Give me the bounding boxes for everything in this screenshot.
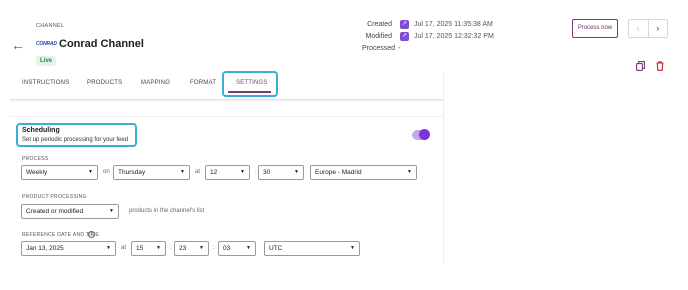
- settings-tab-highlight: [222, 71, 278, 97]
- hour-select[interactable]: 12 ▼: [205, 165, 250, 180]
- timezone-select[interactable]: Europe - Madrid ▼: [310, 165, 417, 180]
- processed-label: Processed: [362, 45, 396, 52]
- processed-value: -: [398, 45, 401, 52]
- product-processing-select[interactable]: Created or modified ▼: [21, 204, 119, 219]
- process-label: PROCESS: [22, 156, 49, 162]
- tab-format[interactable]: FORMAT: [190, 80, 216, 86]
- chevron-right-icon[interactable]: ›: [647, 20, 668, 37]
- tab-instructions[interactable]: INSTRUCTIONS: [22, 80, 69, 86]
- frequency-select[interactable]: Weekly ▼: [21, 165, 98, 180]
- help-icon[interactable]: ?: [88, 231, 95, 238]
- caret-down-icon: ▼: [156, 245, 161, 251]
- caret-down-icon: ▼: [109, 208, 114, 214]
- at-text: at: [195, 169, 201, 175]
- on-text: on: [103, 169, 110, 175]
- reference-date-value: Jan 13, 2025: [26, 245, 64, 252]
- process-now-button[interactable]: Process now: [572, 19, 618, 38]
- tab-mapping[interactable]: MAPPING: [141, 80, 170, 86]
- minute-select[interactable]: 30 ▼: [258, 165, 304, 180]
- colon-text: :: [255, 169, 257, 175]
- caret-down-icon: ▼: [407, 169, 412, 175]
- tab-products[interactable]: PRODUCTS: [87, 80, 122, 86]
- chevron-left-icon[interactable]: ‹: [629, 20, 648, 37]
- product-processing-value: Created or modified: [26, 208, 84, 215]
- colon-text: :: [170, 245, 172, 251]
- ref-timezone-select[interactable]: UTC ▼: [264, 241, 360, 256]
- ref-minute-value: 23: [179, 245, 187, 252]
- ref-at-text: at: [121, 245, 127, 251]
- product-processing-suffix: products in the channel's list: [129, 208, 205, 214]
- modified-value: Jul 17, 2025 12:32:32 PM: [414, 33, 494, 40]
- day-value: Thursday: [118, 169, 146, 176]
- ref-minute-select[interactable]: 23 ▼: [174, 241, 209, 256]
- timezone-value: Europe - Madrid: [315, 169, 362, 176]
- link-icon: ↗: [400, 32, 409, 41]
- caret-down-icon: ▼: [88, 169, 93, 175]
- created-value: Jul 17, 2025 11:35:38 AM: [414, 21, 493, 28]
- meta-processed-row: Processed -: [362, 45, 400, 52]
- ref-timezone-value: UTC: [269, 245, 283, 252]
- modified-label: Modified: [365, 33, 392, 40]
- caret-down-icon: ▼: [240, 169, 245, 175]
- hour-value: 12: [210, 169, 218, 176]
- colon-text: :: [213, 245, 215, 251]
- scheduling-title: Scheduling: [22, 127, 60, 134]
- reference-date-select[interactable]: Jan 13, 2025 ▼: [21, 241, 116, 256]
- panel-border: [443, 72, 444, 262]
- channel-settings-page: ← CHANNEL CONRAD Conrad Channel Live Cre…: [0, 0, 688, 290]
- scheduling-subtitle: Set up periodic processing for your feed: [22, 137, 129, 143]
- back-arrow-icon[interactable]: ←: [11, 38, 25, 52]
- meta-modified-row: Modified ↗ Jul 17, 2025 12:32:32 PM: [362, 32, 494, 41]
- caret-down-icon: ▼: [294, 169, 299, 175]
- ref-hour-value: 15: [136, 245, 144, 252]
- link-icon: ↗: [400, 20, 409, 29]
- frequency-value: Weekly: [26, 169, 48, 176]
- day-select[interactable]: Thursday ▼: [113, 165, 190, 180]
- caret-down-icon: ▼: [199, 245, 204, 251]
- ref-second-value: 03: [223, 245, 231, 252]
- caret-down-icon: ▼: [106, 245, 111, 251]
- meta-created-row: Created ↗ Jul 17, 2025 11:35:38 AM: [362, 20, 493, 29]
- caret-down-icon: ▼: [246, 245, 251, 251]
- ref-second-select[interactable]: 03 ▼: [218, 241, 256, 256]
- caret-down-icon: ▼: [350, 245, 355, 251]
- caret-down-icon: ▼: [180, 169, 185, 175]
- channel-caption: CHANNEL: [36, 23, 65, 29]
- trash-icon[interactable]: [656, 61, 664, 71]
- minute-value: 30: [263, 169, 271, 176]
- record-navigation: ‹ ›: [628, 19, 668, 38]
- created-label: Created: [367, 21, 392, 28]
- scheduling-toggle[interactable]: [412, 129, 430, 140]
- copy-icon[interactable]: [636, 61, 645, 71]
- status-badge: Live: [36, 56, 57, 66]
- ref-hour-select[interactable]: 15 ▼: [131, 241, 166, 256]
- toggle-knob: [419, 129, 430, 140]
- panel-divider: [10, 96, 443, 100]
- product-processing-label: PRODUCT PROCESSING: [22, 194, 87, 200]
- conrad-logo: CONRAD: [36, 41, 57, 47]
- channel-name: Conrad Channel: [59, 38, 144, 50]
